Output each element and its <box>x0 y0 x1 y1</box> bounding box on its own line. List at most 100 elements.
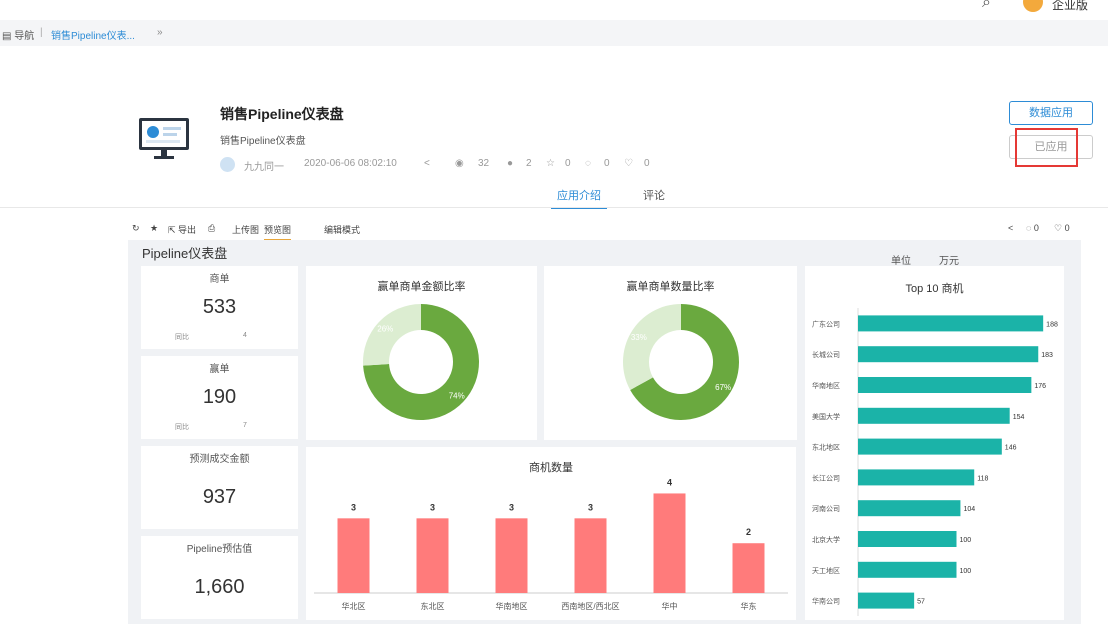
toolbar-preview[interactable]: 预览图 <box>264 223 292 240</box>
hbar-chart-top10: 广东公司 188 长城公司 183 华南地区 176 美国大学 154 东北地区 146 长江公司 1… <box>812 308 1058 616</box>
hbar-value-label: 57 <box>917 599 925 606</box>
comment-count: 2 <box>526 158 532 169</box>
kpi-card-won: 赢单 190 同比 7 <box>141 356 298 439</box>
breadcrumb-separator: | <box>40 27 43 38</box>
bar <box>495 518 528 593</box>
dashboard-thumbnail-icon <box>139 118 189 159</box>
y-tick-label: 北京大学 <box>812 535 840 544</box>
x-tick-label: 西南地区/西北区 <box>561 601 619 611</box>
donut-value-label: 33% <box>631 333 647 342</box>
breadcrumb-current[interactable]: 销售Pipeline仪表... <box>51 27 135 42</box>
star-count: 0 <box>565 158 571 169</box>
hbar <box>858 407 1010 424</box>
donut-chart-amount: 74% 26% <box>363 304 479 420</box>
search-icon[interactable]: ⌕ <box>982 0 991 12</box>
comment-icon: ● <box>507 158 514 169</box>
toolbar-upload[interactable]: 上传图 <box>232 223 259 236</box>
tab-intro[interactable]: 应用介绍 <box>551 187 607 209</box>
author-name[interactable]: 九九同一 <box>244 158 284 173</box>
hbar <box>858 500 961 517</box>
unit-value: 万元 <box>939 256 959 267</box>
export-button[interactable]: ⇱ 导出 <box>168 223 196 236</box>
kpi-card-pipeline: Pipeline预估值 1,660 <box>141 536 298 619</box>
hbar-value-label: 118 <box>977 475 988 482</box>
star-icon[interactable]: ☆ <box>546 158 555 169</box>
view-count: 32 <box>478 158 490 169</box>
data-apply-button[interactable]: 数据应用 <box>1009 101 1093 125</box>
y-tick-label: 广东公司 <box>812 319 840 328</box>
hbar <box>858 377 1032 393</box>
page-title: 销售Pipeline仪表盘 <box>220 106 344 122</box>
donut-chart-count: 67% 33% <box>623 304 739 420</box>
y-tick-label: 华南公司 <box>812 597 840 606</box>
donut-card-count: 赢单商单数量比率 67% 33% <box>544 266 797 440</box>
tab-comments[interactable]: 评论 <box>636 187 672 209</box>
kpi-label: 预测成交金额 <box>189 454 250 465</box>
kpi-card-opportunities: 商单 533 同比 4 <box>141 266 298 349</box>
like-icon-2[interactable]: ♡ 0 <box>1054 223 1070 234</box>
hbar-value-label: 188 <box>1046 321 1058 328</box>
x-tick-label: 华中 <box>662 601 678 611</box>
user-avatar-icon[interactable] <box>1023 0 1043 12</box>
message-icon[interactable]: ◌ <box>585 158 591 169</box>
donut-slice <box>363 304 421 366</box>
bar-value-label: 3 <box>351 502 356 512</box>
hbar-value-label: 104 <box>963 506 975 513</box>
favorite-icon[interactable]: ★ <box>150 223 158 234</box>
hbar <box>858 592 915 609</box>
message-count: 0 <box>604 158 610 169</box>
user-name[interactable]: 企业版 <box>1052 0 1088 13</box>
kpi-value: 937 <box>202 486 237 508</box>
kpi-label: Pipeline预估值 <box>186 544 253 555</box>
bar <box>416 518 449 593</box>
hbar <box>858 531 957 547</box>
x-tick-label: 华东 <box>741 601 757 611</box>
dashboard-toolbar: ↻ ★ ⇱ 导出 ⎙ 上传图 预览图 编辑模式 < ◌ 0 ♡ 0 <box>128 216 1081 240</box>
hbar <box>858 561 957 578</box>
bar <box>732 543 765 593</box>
bar-value-label: 4 <box>667 477 672 487</box>
kpi-value: 533 <box>202 296 237 318</box>
y-tick-label: 天工地区 <box>812 566 840 575</box>
bar-value-label: 3 <box>509 502 514 512</box>
view-icon: ◉ <box>455 158 464 169</box>
breadcrumb-home[interactable]: ▤ 导航 <box>2 27 34 42</box>
page-subtitle: 销售Pipeline仪表盘 <box>220 136 306 147</box>
hbar-value-label: 100 <box>960 537 972 544</box>
kpi-sub-value: 7 <box>243 422 247 429</box>
toolbar-edit[interactable]: 编辑模式 <box>324 223 360 236</box>
hbar-value-label: 154 <box>1013 414 1025 421</box>
author-avatar <box>220 157 235 172</box>
breadcrumb-more[interactable]: » <box>157 27 163 38</box>
hbar <box>858 315 1044 332</box>
hbar-value-label: 146 <box>1005 445 1017 452</box>
divider <box>0 207 1108 208</box>
share-icon-2[interactable]: < <box>1008 223 1013 233</box>
comment-icon-2[interactable]: ◌ 0 <box>1026 223 1039 233</box>
donut-value-label: 26% <box>377 324 393 333</box>
donut-slice <box>623 304 681 390</box>
hbar <box>858 469 975 486</box>
hbar-card-top10: Top 10 商机 广东公司 188 长城公司 183 华南地区 176 美国大学 154 东北… <box>805 266 1064 620</box>
kpi-label: 赢单 <box>209 364 230 375</box>
dashboard-title: Pipeline仪表盘 <box>142 246 228 261</box>
print-icon[interactable]: ⎙ <box>208 223 215 234</box>
x-tick-label: 东北区 <box>421 601 445 611</box>
breadcrumb: ▤ 导航 | 销售Pipeline仪表... » <box>0 20 1108 46</box>
publish-time: 2020-06-06 08:02:10 <box>304 158 397 169</box>
bar-value-label: 3 <box>588 502 593 512</box>
share-icon[interactable]: < <box>424 158 430 169</box>
y-tick-label: 东北地区 <box>812 443 840 452</box>
refresh-icon[interactable]: ↻ <box>132 223 140 234</box>
unit-label: 单位 <box>891 256 911 267</box>
like-icon[interactable]: ♡ <box>624 158 633 169</box>
kpi-value: 190 <box>202 386 237 408</box>
like-count: 0 <box>644 158 650 169</box>
kpi-card-forecast: 预测成交金额 937 <box>141 446 298 529</box>
hbar <box>858 346 1039 363</box>
highlight-box <box>1015 128 1078 167</box>
bar <box>574 518 607 593</box>
y-tick-label: 长江公司 <box>812 473 840 482</box>
kpi-sub-label: 同比 <box>175 424 189 431</box>
kpi-sub-value: 4 <box>243 332 247 339</box>
